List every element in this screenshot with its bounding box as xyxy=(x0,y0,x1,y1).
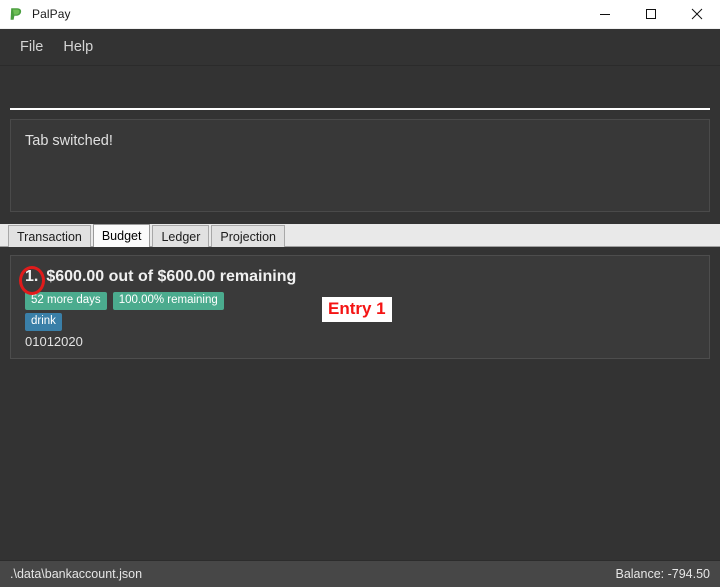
tab-transaction[interactable]: Transaction xyxy=(8,225,91,247)
annotation-label-entry-1: Entry 1 xyxy=(322,297,392,322)
palpay-leaf-icon xyxy=(8,6,24,22)
status-file-path: .\data\bankaccount.json xyxy=(10,567,143,581)
window-title: PalPay xyxy=(32,7,71,21)
titlebar-left: PalPay xyxy=(0,6,582,22)
tab-projection[interactable]: Projection xyxy=(211,225,285,247)
entry-title-line: 1. $600.00 out of $600.00 remaining xyxy=(25,268,695,286)
badge-days-remaining: 52 more days xyxy=(25,292,107,311)
app-window: PalPay File Help Tab switched! Transacti… xyxy=(0,0,720,587)
tabstrip: Transaction Budget Ledger Projection xyxy=(0,224,720,247)
menu-item-help[interactable]: Help xyxy=(53,35,103,59)
command-input-row xyxy=(0,66,720,110)
tab-budget[interactable]: Budget xyxy=(92,224,151,247)
message-box: Tab switched! xyxy=(10,119,710,212)
entry-amount-text: $600.00 out of $600.00 remaining xyxy=(46,268,297,285)
minimize-icon[interactable] xyxy=(582,0,628,28)
tab-ledger[interactable]: Ledger xyxy=(152,225,210,247)
window-controls xyxy=(582,0,720,28)
badge-percent-remaining: 100.00% remaining xyxy=(112,292,224,311)
status-balance: Balance: -794.50 xyxy=(615,567,710,581)
close-icon[interactable] xyxy=(674,0,720,28)
menubar: File Help xyxy=(0,29,720,66)
menu-item-file[interactable]: File xyxy=(10,35,53,59)
message-text: Tab switched! xyxy=(25,133,113,149)
command-input[interactable] xyxy=(10,72,710,110)
entry-number: 1. xyxy=(25,268,39,285)
entry-date: 01012020 xyxy=(25,334,83,350)
maximize-icon[interactable] xyxy=(628,0,674,28)
statusbar: .\data\bankaccount.json Balance: -794.50 xyxy=(0,560,720,587)
budget-tab-panel: 1. $600.00 out of $600.00 remaining 52 m… xyxy=(0,247,720,560)
badge-category: drink xyxy=(25,313,62,332)
titlebar: PalPay xyxy=(0,0,720,29)
